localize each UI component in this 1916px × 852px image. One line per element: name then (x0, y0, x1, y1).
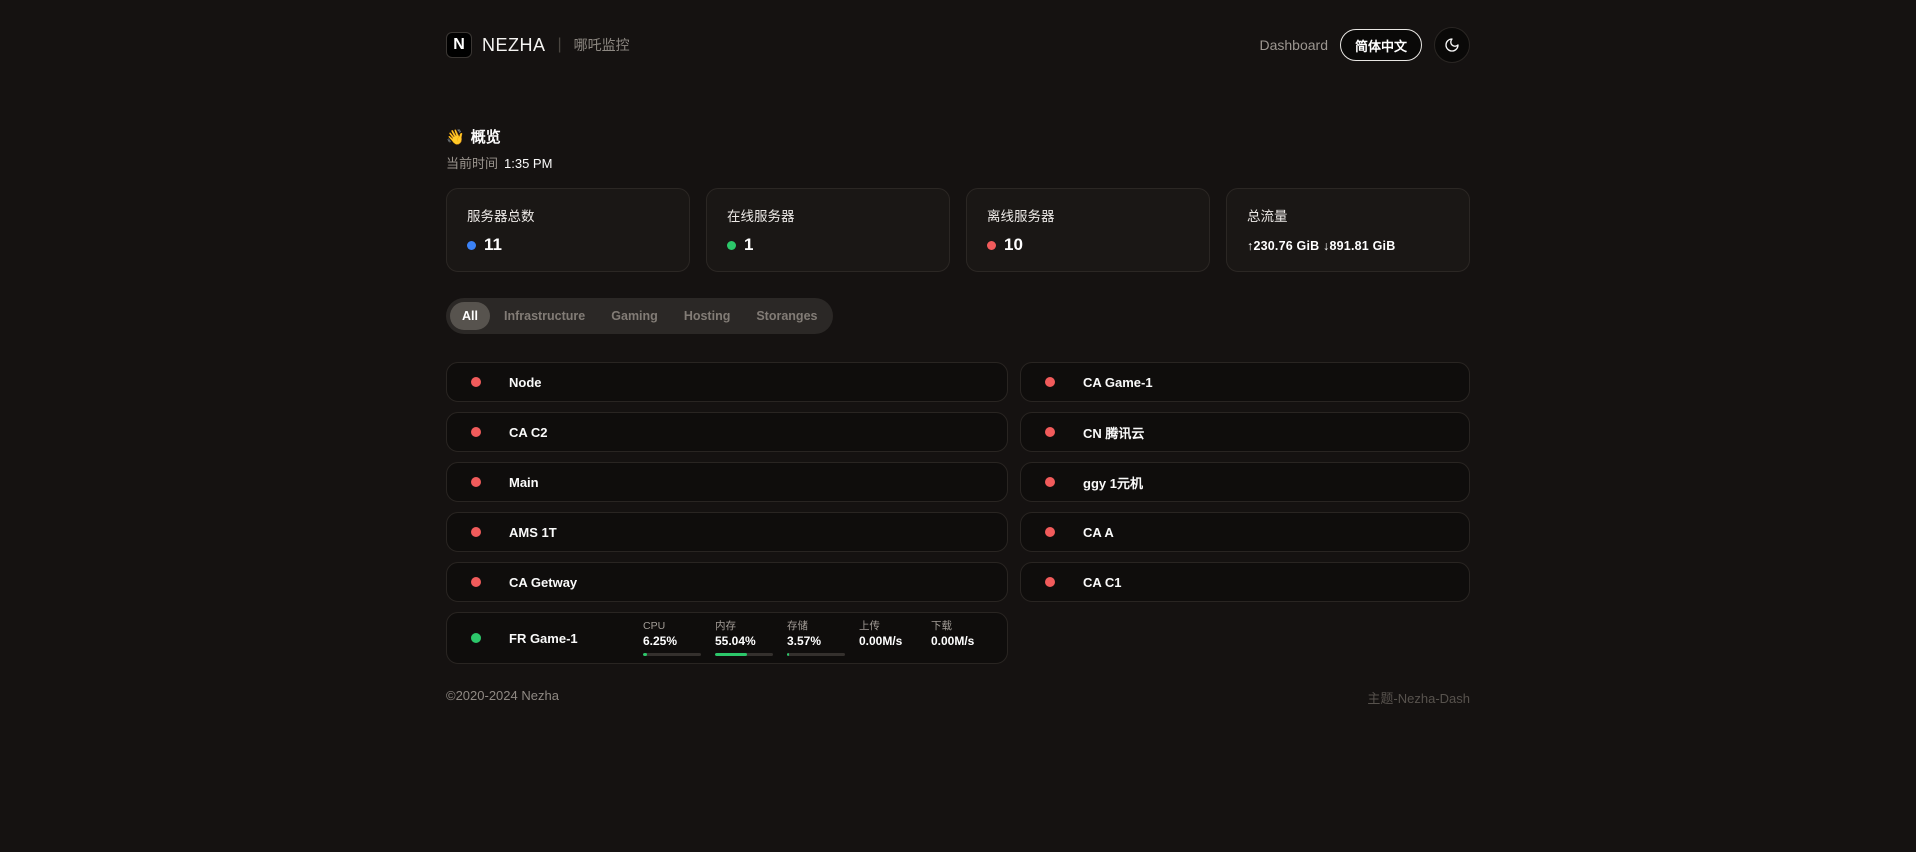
metric-download: 下载 0.00M/s (931, 620, 989, 649)
progress-bar (715, 653, 773, 656)
brand-name: NEZHA (482, 35, 546, 56)
progress-bar-fill (787, 653, 789, 656)
server-name: CA Getway (509, 575, 577, 590)
metric-value: 3.57% (787, 633, 845, 650)
stat-card-total-servers: 服务器总数 11 (446, 188, 690, 272)
server-metrics: CPU 6.25% 内存 55.04% 存储 3.57% (643, 620, 989, 655)
server-row-ca-c1[interactable]: CA C1 (1020, 562, 1470, 602)
server-row-main[interactable]: Main (446, 462, 1008, 502)
metric-label: 存储 (787, 620, 845, 633)
metric-storage: 存储 3.57% (787, 620, 845, 655)
status-dot-icon (471, 577, 481, 587)
server-row-ams-1t[interactable]: AMS 1T (446, 512, 1008, 552)
progress-bar-fill (643, 653, 647, 656)
time-label: 当前时间 (446, 153, 498, 172)
status-dot-icon (471, 527, 481, 537)
page-title: 👋 概览 (446, 126, 1470, 147)
metric-value: 0.00M/s (931, 633, 989, 650)
dashboard-link[interactable]: Dashboard (1259, 37, 1328, 53)
theme-credit-text: 主题-Nezha-Dash (1367, 688, 1470, 707)
nezha-logo-icon: N (446, 32, 472, 58)
stat-value: 1 (744, 235, 753, 255)
tab-gaming[interactable]: Gaming (599, 302, 670, 330)
server-row-node[interactable]: Node (446, 362, 1008, 402)
brand-divider: | (558, 36, 562, 54)
brand-home-link[interactable]: N NEZHA | 哪吒监控 (446, 32, 630, 58)
moon-icon (1444, 37, 1460, 53)
server-name: CA C1 (1083, 575, 1122, 590)
stat-title: 总流量 (1247, 205, 1449, 225)
stat-title: 离线服务器 (987, 205, 1189, 225)
server-name: AMS 1T (509, 525, 557, 540)
server-row-ggy[interactable]: ggy 1元机 (1020, 462, 1470, 502)
server-row-cn-tencent[interactable]: CN 腾讯云 (1020, 412, 1470, 452)
tab-storanges[interactable]: Storanges (744, 302, 829, 330)
stat-title: 服务器总数 (467, 205, 669, 225)
metric-value: 0.00M/s (859, 633, 917, 650)
server-row-ca-c2[interactable]: CA C2 (446, 412, 1008, 452)
stat-value: 10 (1004, 235, 1023, 255)
status-dot-icon (471, 377, 481, 387)
metric-label: 内存 (715, 620, 773, 633)
group-filter-tabs: All Infrastructure Gaming Hosting Storan… (446, 298, 833, 334)
stat-title: 在线服务器 (727, 205, 929, 225)
stat-cards: 服务器总数 11 在线服务器 1 离线服务器 10 总流量 ↑230.76 Gi… (446, 188, 1470, 272)
wave-emoji: 👋 (446, 128, 465, 146)
header: N NEZHA | 哪吒监控 Dashboard 简体中文 (446, 0, 1470, 68)
header-actions: Dashboard 简体中文 (1259, 27, 1470, 63)
red-dot-icon (987, 241, 996, 250)
status-dot-icon (1045, 577, 1055, 587)
progress-bar (643, 653, 701, 656)
brand-subtitle: 哪吒监控 (574, 35, 630, 55)
metric-label: CPU (643, 620, 701, 633)
stat-card-total-traffic: 总流量 ↑230.76 GiB ↓891.81 GiB (1226, 188, 1470, 272)
server-name: CA A (1083, 525, 1114, 540)
copyright-text: ©2020-2024 Nezha (446, 688, 559, 707)
current-time: 当前时间 1:35 PM (446, 153, 1470, 172)
page-title-text: 概览 (471, 126, 501, 147)
metric-label: 下载 (931, 620, 989, 633)
server-list: Node CA Game-1 CA C2 CN 腾讯云 Main ggy 1元机… (446, 362, 1470, 664)
traffic-value: ↑230.76 GiB ↓891.81 GiB (1247, 239, 1449, 253)
language-button[interactable]: 简体中文 (1340, 29, 1422, 61)
metric-upload: 上传 0.00M/s (859, 620, 917, 649)
server-name: ggy 1元机 (1083, 473, 1143, 492)
server-name: Node (509, 375, 542, 390)
metric-label: 上传 (859, 620, 917, 633)
progress-bar-fill (715, 653, 747, 656)
server-row-fr-game-1[interactable]: FR Game-1 CPU 6.25% 内存 55.04% (446, 612, 1008, 664)
overview-section: 👋 概览 当前时间 1:35 PM (446, 126, 1470, 172)
server-name: CA C2 (509, 425, 548, 440)
tab-hosting[interactable]: Hosting (672, 302, 743, 330)
metric-value: 55.04% (715, 633, 773, 650)
server-row-ca-a[interactable]: CA A (1020, 512, 1470, 552)
progress-bar (787, 653, 845, 656)
theme-toggle-button[interactable] (1434, 27, 1470, 63)
metric-memory: 内存 55.04% (715, 620, 773, 655)
server-name: CA Game-1 (1083, 375, 1153, 390)
metric-value: 6.25% (643, 633, 701, 650)
stat-value: 11 (484, 235, 502, 255)
server-name: CN 腾讯云 (1083, 423, 1144, 442)
footer: ©2020-2024 Nezha 主题-Nezha-Dash (446, 688, 1470, 707)
status-dot-icon (471, 427, 481, 437)
blue-dot-icon (467, 241, 476, 250)
green-dot-icon (727, 241, 736, 250)
status-dot-icon (1045, 427, 1055, 437)
status-dot-icon (471, 477, 481, 487)
server-row-ca-getway[interactable]: CA Getway (446, 562, 1008, 602)
status-dot-icon (1045, 377, 1055, 387)
server-row-ca-game-1[interactable]: CA Game-1 (1020, 362, 1470, 402)
tab-infrastructure[interactable]: Infrastructure (492, 302, 597, 330)
time-value: 1:35 PM (504, 156, 552, 171)
metric-cpu: CPU 6.25% (643, 620, 701, 655)
status-dot-icon (471, 633, 481, 643)
stat-card-online-servers: 在线服务器 1 (706, 188, 950, 272)
stat-card-offline-servers: 离线服务器 10 (966, 188, 1210, 272)
status-dot-icon (1045, 527, 1055, 537)
server-name: Main (509, 475, 539, 490)
tab-all[interactable]: All (450, 302, 490, 330)
status-dot-icon (1045, 477, 1055, 487)
server-name: FR Game-1 (509, 631, 605, 646)
